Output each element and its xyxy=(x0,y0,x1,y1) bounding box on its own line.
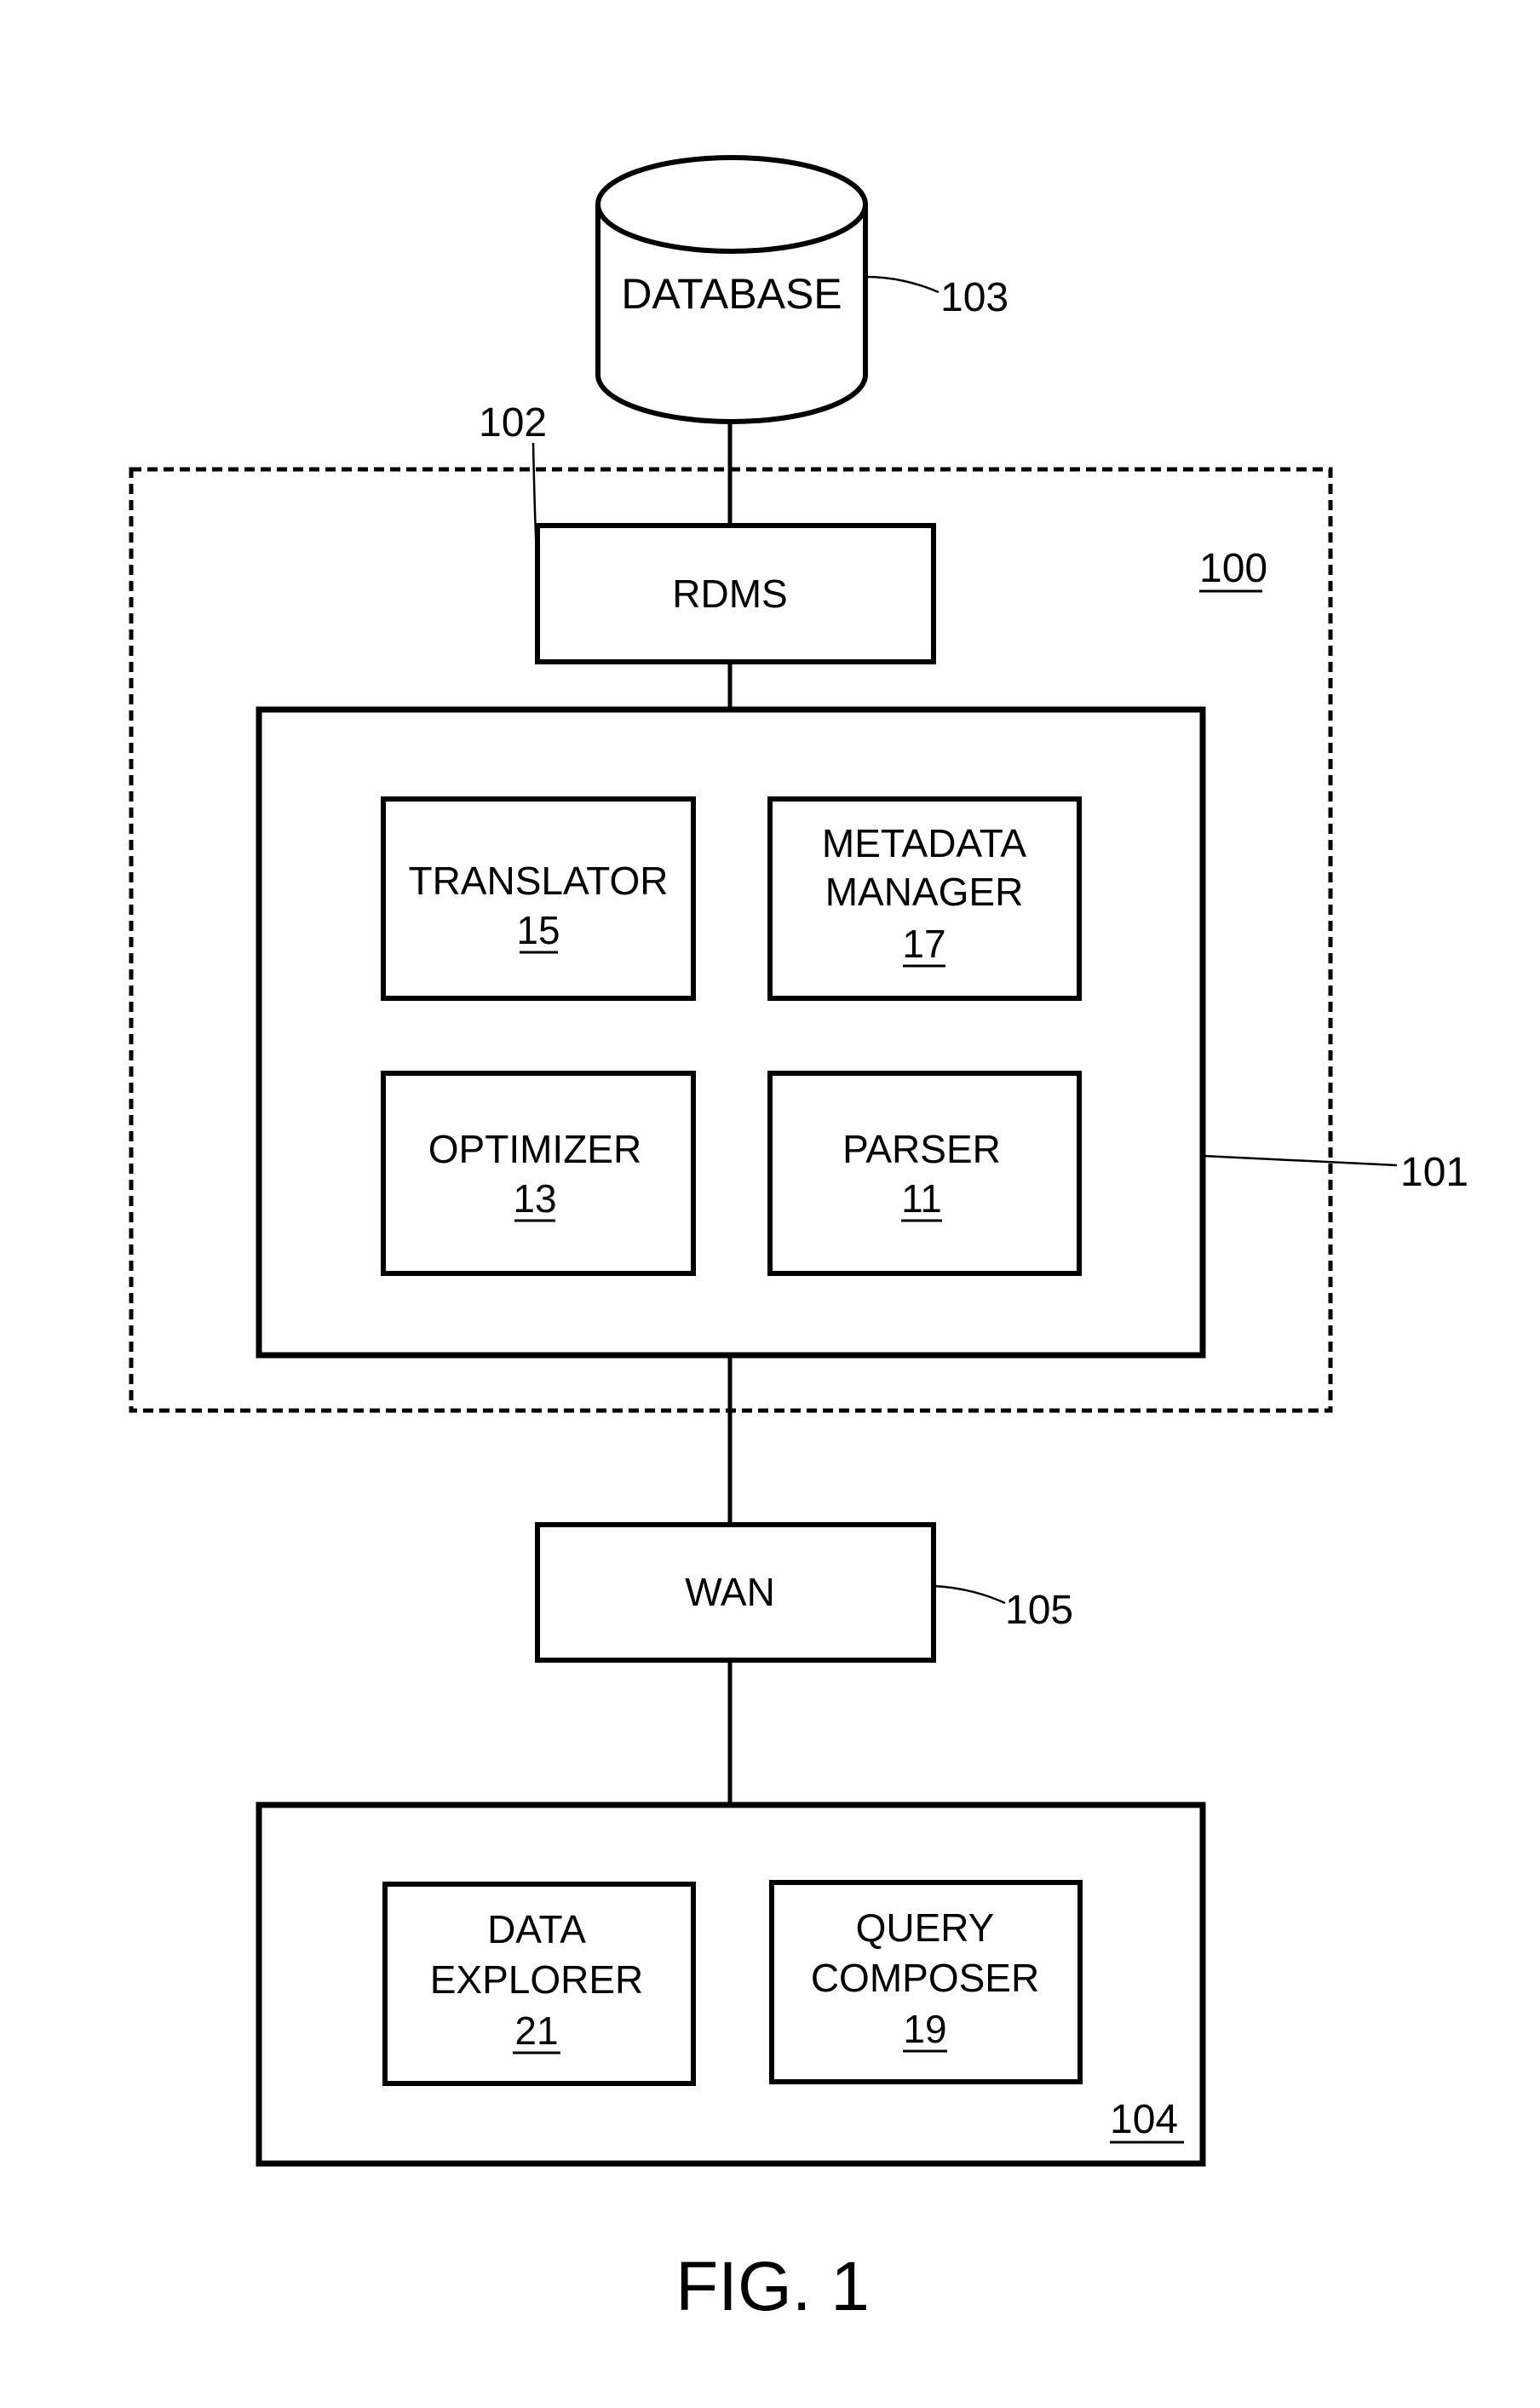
leader-103 xyxy=(865,275,940,294)
database-label: DATABASE xyxy=(621,270,842,318)
module-query-composer: QUERY COMPOSER 19 xyxy=(769,1880,1083,2084)
leader-105 xyxy=(933,1584,1006,1605)
database-cylinder: DATABASE xyxy=(595,155,868,424)
ref-102: 102 xyxy=(479,400,547,445)
module-label: PARSER xyxy=(842,1127,1001,1171)
module-parser: PARSER 11 xyxy=(767,1071,1082,1276)
ref-104: 104 xyxy=(1110,2097,1178,2142)
module-data-explorer: DATA EXPLORER 21 xyxy=(382,1882,696,2086)
module-ref: 15 xyxy=(516,908,560,952)
module-ref: 19 xyxy=(903,2007,946,2051)
ref-103: 103 xyxy=(940,275,1008,320)
wan-label: WAN xyxy=(685,1570,775,1614)
ref-101: 101 xyxy=(1400,1150,1468,1195)
leader-101 xyxy=(1202,1154,1398,1167)
rdms-label: RDMS xyxy=(672,572,787,616)
module-label-line2: COMPOSER xyxy=(811,1956,1039,2000)
figure-canvas: DATABASE 103 100 RDMS 102 101 TRANSLATOR… xyxy=(129,155,1468,2325)
module-label-line1: QUERY xyxy=(856,1905,995,1950)
ref-105: 105 xyxy=(1005,1588,1073,1633)
module-ref: 13 xyxy=(513,1176,556,1221)
ref-100: 100 xyxy=(1199,546,1267,591)
module-label: TRANSLATOR xyxy=(408,859,668,903)
module-metadata-manager: METADATA MANAGER 17 xyxy=(767,796,1082,1001)
module-label-line1: METADATA xyxy=(822,821,1027,865)
module-optimizer: OPTIMIZER 13 xyxy=(381,1071,696,1276)
module-ref: 11 xyxy=(901,1176,942,1221)
module-ref: 21 xyxy=(514,2009,558,2053)
module-label: OPTIMIZER xyxy=(428,1127,641,1171)
module-label-line2: MANAGER xyxy=(825,870,1024,914)
module-label-line2: EXPLORER xyxy=(430,1957,644,2002)
module-translator: TRANSLATOR 15 xyxy=(381,796,696,1001)
figure-caption: FIG. 1 xyxy=(675,2248,870,2325)
module-ref: 17 xyxy=(902,922,945,966)
module-label-line1: DATA xyxy=(487,1907,586,1951)
